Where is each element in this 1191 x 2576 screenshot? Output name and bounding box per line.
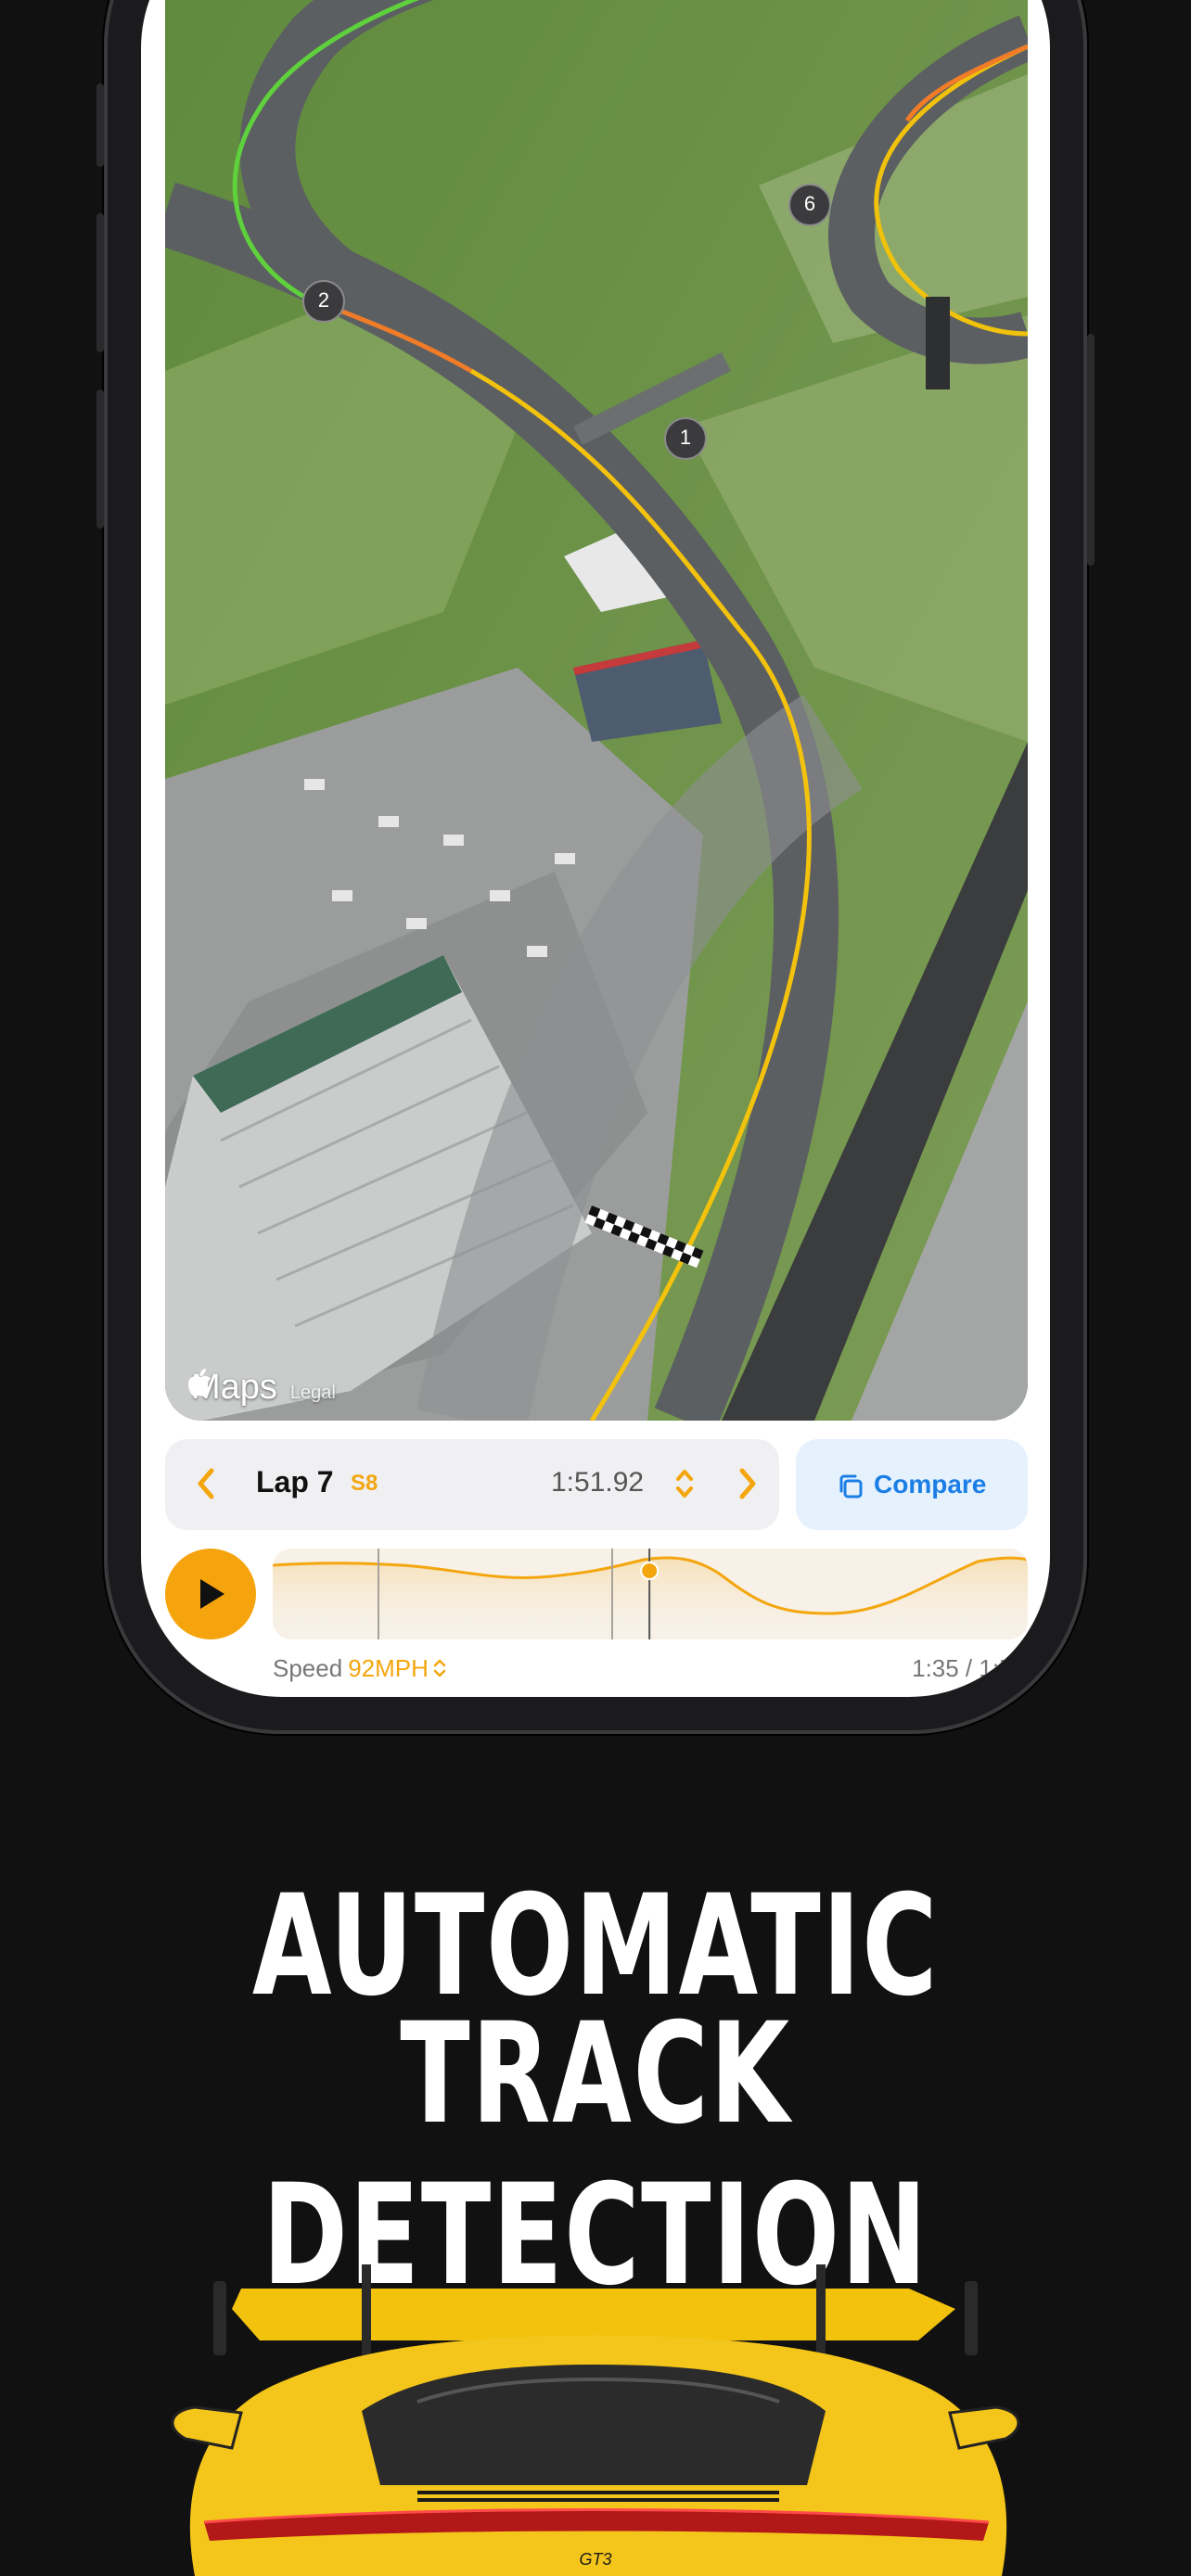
turn-marker-1[interactable]: 1 (664, 417, 707, 460)
maps-legal-link[interactable]: Legal (290, 1383, 336, 1403)
turn-marker-6[interactable]: 6 (788, 184, 831, 226)
turn-marker-2[interactable]: 2 (302, 280, 345, 323)
lap-selector: Lap 7 S8 1:51.92 (165, 1439, 779, 1530)
lap-time: 1:51.92 (551, 1467, 645, 1498)
session-badge: S8 (351, 1471, 378, 1496)
play-button[interactable] (165, 1549, 256, 1639)
chevron-up-down-icon (433, 1659, 446, 1677)
speed-graph[interactable] (273, 1549, 1028, 1639)
speed-trace (273, 1549, 1028, 1639)
phone-frame: 3 2 1 6 MapsLegal Lap 7 S8 1:51.92 (96, 0, 1095, 1734)
speed-readout[interactable]: Speed 92MPH (273, 1654, 447, 1683)
lap-title: Lap 7 (256, 1465, 334, 1498)
track-map[interactable]: 3 2 1 6 MapsLegal (165, 0, 1028, 1421)
svg-text:GT3: GT3 (579, 2550, 611, 2569)
maps-attribution[interactable]: Maps Legal (187, 1368, 336, 1408)
metric-value: 92MPH (348, 1654, 429, 1682)
playhead-handle[interactable] (640, 1562, 660, 1580)
chevron-left-icon[interactable] (193, 1463, 219, 1504)
copy-icon (839, 1474, 863, 1498)
chevron-right-icon[interactable] (735, 1463, 761, 1504)
car-rear-illustration: GT3 (171, 2264, 1020, 2576)
compare-button[interactable]: Compare (796, 1439, 1028, 1530)
play-icon (200, 1579, 224, 1609)
phone-volume-down (96, 389, 104, 529)
phone-power-button (1087, 334, 1095, 566)
satellite-imagery (165, 0, 1028, 1421)
metric-label: Speed (273, 1654, 343, 1682)
phone-side-button (96, 83, 104, 167)
app-screen: 3 2 1 6 MapsLegal Lap 7 S8 1:51.92 (141, 0, 1050, 1697)
playback-position: 1:35 / 1:52 (912, 1654, 1026, 1682)
chevron-up-down-icon[interactable] (673, 1465, 696, 1502)
phone-volume-up (96, 213, 104, 352)
compare-label: Compare (874, 1470, 987, 1498)
